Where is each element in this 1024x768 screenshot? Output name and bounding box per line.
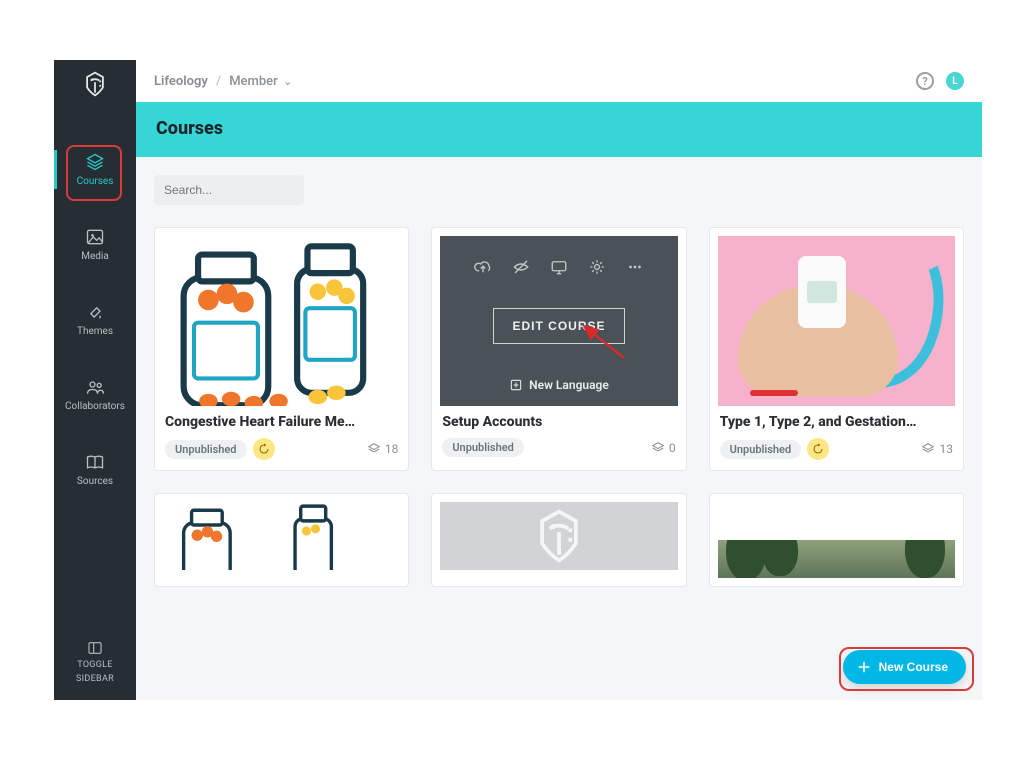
course-card[interactable]: Type 1, Type 2, and Gestation… Unpublish…: [709, 227, 964, 471]
image-icon: [85, 227, 105, 247]
course-card[interactable]: [709, 493, 964, 587]
app-logo-icon: [81, 70, 109, 98]
more-icon[interactable]: [626, 258, 644, 276]
breadcrumb-sep: /: [216, 74, 221, 89]
course-foot: Unpublished 13: [720, 438, 953, 460]
help-button[interactable]: ?: [916, 72, 934, 90]
page-title: Courses: [136, 102, 982, 157]
card-count: 0: [651, 441, 676, 455]
chevron-down-icon: ⌄: [283, 75, 292, 88]
course-thumb-photo: [718, 236, 955, 406]
status-badge: Unpublished: [442, 438, 524, 457]
course-thumb-photo: [718, 540, 955, 578]
card-count-value: 0: [669, 441, 676, 455]
edit-course-button[interactable]: EDIT COURSE: [493, 308, 624, 344]
toggle-label-1: TOGGLE: [77, 660, 112, 670]
topbar: Lifeology / Member ⌄ ? L: [136, 60, 982, 102]
card-count: 13: [921, 442, 953, 456]
users-icon: [85, 377, 105, 397]
card-count: 18: [367, 442, 399, 456]
placeholder-thumb: [440, 502, 677, 570]
main-area: Lifeology / Member ⌄ ? L Courses: [136, 60, 982, 700]
book-icon: [85, 452, 105, 472]
gear-icon[interactable]: [588, 258, 606, 276]
layers-icon: [367, 442, 381, 456]
search-input[interactable]: [162, 182, 321, 198]
app-logo-icon: [529, 506, 589, 566]
sidebar-item-courses[interactable]: Courses: [54, 146, 136, 193]
new-language-label: New Language: [529, 378, 609, 392]
sidebar-toggle-icon: [87, 640, 103, 656]
sidebar-item-label: Collaborators: [65, 401, 125, 412]
refresh-icon: [258, 443, 270, 455]
hide-icon[interactable]: [512, 258, 530, 276]
preview-icon[interactable]: [550, 258, 568, 276]
sidebar-item-label: Sources: [77, 476, 113, 487]
layers-icon: [921, 442, 935, 456]
breadcrumb-section-label: Member: [229, 74, 278, 89]
course-foot: Unpublished 18: [165, 438, 398, 460]
status-badge: Unpublished: [720, 440, 802, 459]
sidebar-item-sources[interactable]: Sources: [54, 446, 136, 493]
breadcrumb-section[interactable]: Member ⌄: [229, 74, 292, 89]
new-language-button[interactable]: New Language: [509, 378, 609, 392]
new-course-wrap: New Course: [843, 650, 966, 684]
sidebar-item-label: Themes: [77, 326, 113, 337]
course-hover-overlay: EDIT COURSE New Language: [440, 236, 677, 406]
sidebar-item-label: Media: [81, 251, 109, 262]
toggle-label-2: SIDEBAR: [76, 674, 114, 684]
sidebar-item-collaborators[interactable]: Collaborators: [54, 371, 136, 418]
course-foot: Unpublished 0: [442, 438, 675, 457]
course-thumb: [718, 236, 955, 406]
course-card[interactable]: EDIT COURSE New Language Setup Accounts …: [431, 227, 686, 471]
course-thumb-illustration: [163, 236, 400, 406]
course-thumb-illustration: [163, 502, 400, 570]
paint-icon: [85, 302, 105, 322]
plus-square-icon: [509, 378, 523, 392]
course-card[interactable]: [431, 493, 686, 587]
course-thumb: [163, 502, 400, 570]
refresh-icon: [812, 443, 824, 455]
refresh-badge[interactable]: [807, 438, 829, 460]
course-thumb: [163, 236, 400, 406]
course-card[interactable]: Congestive Heart Failure Me… Unpublished…: [154, 227, 409, 471]
upload-cloud-icon[interactable]: [474, 258, 492, 276]
user-avatar[interactable]: L: [946, 72, 964, 90]
sidebar-nav: Courses Media Themes Collaborators Sourc…: [54, 146, 136, 493]
search-field-wrap[interactable]: [154, 175, 304, 205]
new-course-button[interactable]: New Course: [843, 650, 966, 684]
card-count-value: 13: [939, 442, 953, 456]
toggle-sidebar-button[interactable]: TOGGLE SIDEBAR: [76, 640, 114, 684]
sidebar-item-themes[interactable]: Themes: [54, 296, 136, 343]
breadcrumb-root[interactable]: Lifeology: [154, 74, 208, 89]
course-title: Setup Accounts: [442, 414, 675, 430]
course-card[interactable]: [154, 493, 409, 587]
refresh-badge[interactable]: [253, 438, 275, 460]
overlay-toolbar: [474, 258, 644, 276]
sidebar-item-label: Courses: [77, 176, 114, 187]
new-course-label: New Course: [879, 660, 948, 674]
plus-icon: [857, 660, 871, 674]
course-thumb: [440, 502, 677, 570]
status-badge: Unpublished: [165, 440, 247, 459]
sidebar: Courses Media Themes Collaborators Sourc…: [54, 60, 136, 700]
course-thumb: [718, 540, 955, 578]
sidebar-item-media[interactable]: Media: [54, 221, 136, 268]
layers-icon: [651, 441, 665, 455]
layers-icon: [85, 152, 105, 172]
course-grid: Congestive Heart Failure Me… Unpublished…: [154, 227, 964, 587]
card-count-value: 18: [385, 442, 399, 456]
content-scroll[interactable]: Congestive Heart Failure Me… Unpublished…: [136, 157, 982, 700]
course-title: Congestive Heart Failure Me…: [165, 414, 398, 430]
course-title: Type 1, Type 2, and Gestation…: [720, 414, 953, 430]
course-thumb: [718, 502, 955, 532]
